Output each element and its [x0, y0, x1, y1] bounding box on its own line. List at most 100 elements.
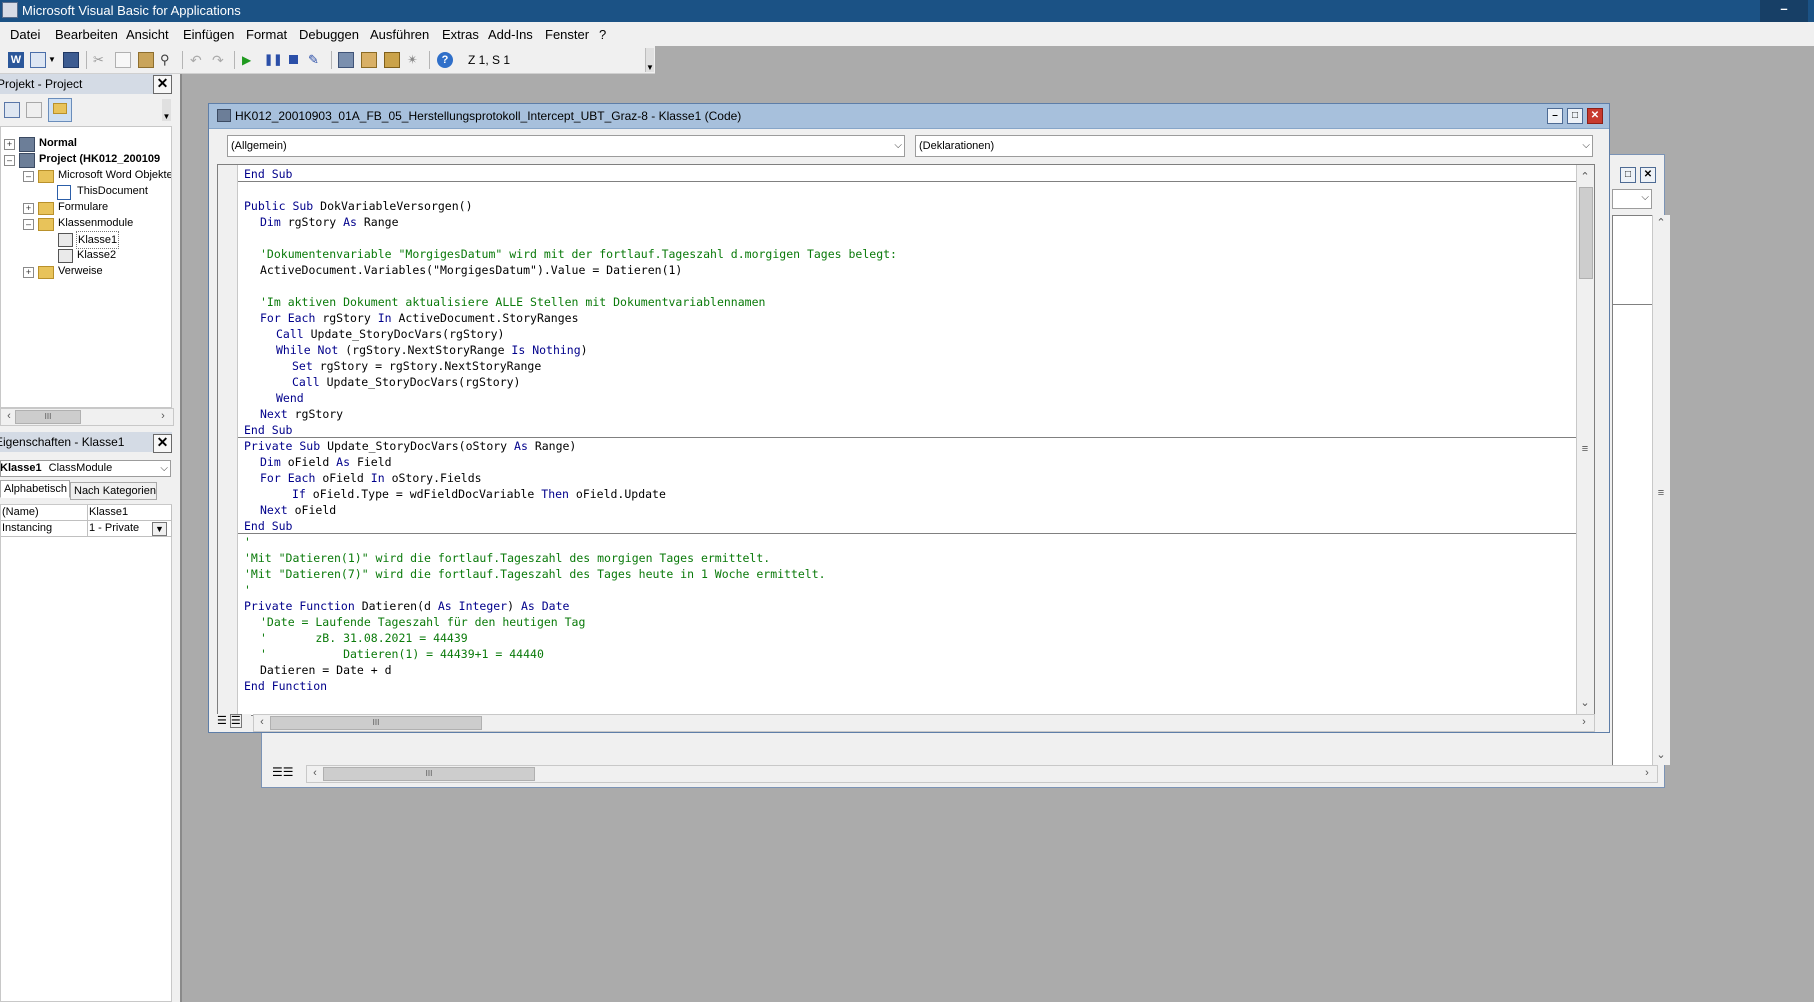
- maximize-icon[interactable]: □: [1567, 108, 1583, 124]
- collapse-icon[interactable]: –: [23, 219, 34, 230]
- scroll-thumb[interactable]: III: [270, 716, 482, 730]
- procedure-view-icon[interactable]: ☰: [217, 715, 227, 727]
- find-icon[interactable]: ⚲: [160, 52, 176, 68]
- code-line[interactable]: Public Sub DokVariableVersorgen(): [244, 198, 473, 214]
- scroll-up-arrow-icon[interactable]: ⌃: [1577, 169, 1593, 185]
- menu-extras[interactable]: Extras: [442, 27, 479, 42]
- background-code-area[interactable]: [1612, 215, 1654, 767]
- menu-einfuegen[interactable]: Einfügen: [183, 27, 234, 42]
- code-line[interactable]: For Each rgStory In ActiveDocument.Story…: [260, 310, 579, 326]
- scroll-right-arrow-icon[interactable]: ›: [1576, 715, 1592, 729]
- project-pane-close-button[interactable]: ✕: [153, 75, 172, 94]
- code-line[interactable]: Datieren = Date + d: [260, 662, 392, 678]
- code-line[interactable]: 'Date = Laufende Tageszahl für den heuti…: [260, 614, 585, 630]
- expand-icon[interactable]: +: [23, 267, 34, 278]
- expand-icon[interactable]: +: [23, 203, 34, 214]
- code-line[interactable]: ': [244, 582, 251, 598]
- code-line[interactable]: 'Im aktiven Dokument aktualisiere ALLE S…: [260, 294, 765, 310]
- code-line[interactable]: For Each oField In oStory.Fields: [260, 470, 482, 486]
- code-line[interactable]: If oField.Type = wdFieldDocVariable Then…: [292, 486, 666, 502]
- object-selector-dropdown[interactable]: Klasse1 ClassModule ⌵: [0, 460, 171, 477]
- procedure-dropdown[interactable]: ⌵: [1612, 189, 1652, 209]
- toolbox-icon[interactable]: ✴: [407, 52, 423, 68]
- tab-alphabetisch[interactable]: Alphabetisch: [0, 480, 70, 498]
- scroll-left-arrow-icon[interactable]: ‹: [254, 715, 270, 729]
- code-line[interactable]: Wend: [276, 390, 304, 406]
- tree-item-word-objects[interactable]: Microsoft Word Objekte: [58, 167, 171, 183]
- tab-nach-kategorien[interactable]: Nach Kategorien: [70, 482, 157, 500]
- code-line[interactable]: Private Function Datieren(d As Integer) …: [244, 598, 569, 614]
- view-toggle-icons[interactable]: ☰☰: [272, 765, 294, 781]
- menu-ansicht[interactable]: Ansicht: [126, 27, 169, 42]
- menu-debuggen[interactable]: Debuggen: [299, 27, 359, 42]
- paste-icon[interactable]: [138, 52, 154, 68]
- procedure-dropdown[interactable]: (Deklarationen) ⌵: [915, 135, 1593, 157]
- scroll-up-arrow-icon[interactable]: ⌃: [1653, 215, 1669, 231]
- code-line[interactable]: End Sub: [244, 518, 292, 534]
- code-hscroll[interactable]: ‹ III ›: [253, 714, 1595, 732]
- code-line[interactable]: Private Sub Update_StoryDocVars(oStory A…: [244, 438, 576, 454]
- scroll-down-arrow-icon[interactable]: ⌄: [1577, 695, 1593, 711]
- code-line[interactable]: Next rgStory: [260, 406, 343, 422]
- cut-icon[interactable]: ✂: [93, 52, 109, 68]
- collapse-icon[interactable]: –: [23, 171, 34, 182]
- object-dropdown[interactable]: (Allgemein) ⌵: [227, 135, 905, 157]
- scroll-thumb[interactable]: III: [15, 410, 81, 424]
- save-icon[interactable]: [63, 52, 79, 68]
- scroll-down-arrow-icon[interactable]: ⌄: [1653, 747, 1669, 763]
- margin-indicator-bar[interactable]: [218, 165, 238, 715]
- undo-icon[interactable]: ↶: [190, 52, 206, 68]
- collapse-icon[interactable]: –: [4, 155, 15, 166]
- minimize-icon[interactable]: –: [1547, 108, 1563, 124]
- split-bar-icon[interactable]: ≡: [1577, 441, 1593, 457]
- properties-window-icon[interactable]: [361, 52, 377, 68]
- code-window[interactable]: HK012_20010903_01A_FB_05_Herstellungspro…: [208, 103, 1610, 733]
- scroll-right-arrow-icon[interactable]: ›: [155, 409, 171, 423]
- code-line[interactable]: Next oField: [260, 502, 336, 518]
- menu-format[interactable]: Format: [246, 27, 287, 42]
- split-bar-icon[interactable]: ≡: [1653, 485, 1669, 501]
- design-mode-icon[interactable]: ✎: [308, 52, 324, 68]
- code-line[interactable]: ': [244, 534, 251, 550]
- scroll-left-arrow-icon[interactable]: ‹: [307, 766, 323, 780]
- scroll-thumb[interactable]: III: [323, 767, 535, 781]
- project-explorer-icon[interactable]: [338, 52, 354, 68]
- close-icon[interactable]: ✕: [1640, 167, 1656, 183]
- property-value[interactable]: Klasse1: [88, 505, 172, 521]
- toolbar-options-grip[interactable]: ▼: [645, 48, 654, 72]
- scroll-right-arrow-icon[interactable]: ›: [1639, 766, 1655, 780]
- chevron-down-icon[interactable]: ▼: [152, 522, 167, 536]
- tree-item-normal[interactable]: Normal: [39, 135, 77, 151]
- menu-fenster[interactable]: Fenster: [545, 27, 589, 42]
- menu-datei[interactable]: Datei: [10, 27, 40, 42]
- scroll-thumb[interactable]: [1579, 187, 1593, 279]
- code-line[interactable]: ' Datieren(1) = 44439+1 = 44440: [260, 646, 544, 662]
- code-line[interactable]: End Function: [244, 678, 327, 694]
- code-line[interactable]: ActiveDocument.Variables("MorgigesDatum"…: [260, 262, 682, 278]
- close-icon[interactable]: ✕: [1587, 108, 1603, 124]
- project-tree-hscroll[interactable]: ‹ III ›: [0, 408, 174, 426]
- pause-icon[interactable]: ❚❚: [264, 52, 282, 68]
- stop-icon[interactable]: [286, 52, 302, 68]
- tree-item-project[interactable]: Project (HK012_200109: [39, 151, 160, 167]
- code-line[interactable]: End Sub: [244, 422, 292, 438]
- background-hscroll[interactable]: ‹ III ›: [306, 765, 1658, 783]
- code-line[interactable]: Dim rgStory As Range: [260, 214, 399, 230]
- code-line[interactable]: While Not (rgStory.NextStoryRange Is Not…: [276, 342, 588, 358]
- menu-ausfuehren[interactable]: Ausführen: [370, 27, 429, 42]
- vba-app-icon[interactable]: [2, 2, 18, 18]
- tree-item-formulare[interactable]: Formulare: [58, 199, 108, 215]
- help-icon[interactable]: ?: [437, 52, 453, 68]
- redo-icon[interactable]: ↷: [212, 52, 228, 68]
- tree-item-thisdocument[interactable]: ThisDocument: [77, 183, 148, 199]
- insert-userform-icon[interactable]: [30, 52, 46, 68]
- tree-item-klasse2[interactable]: Klasse2: [77, 247, 116, 263]
- menu-bearbeiten[interactable]: Bearbeiten: [55, 27, 118, 42]
- properties-pane-close-button[interactable]: ✕: [153, 434, 172, 453]
- expand-icon[interactable]: +: [4, 139, 15, 150]
- code-line[interactable]: 'Mit "Datieren(7)" wird die fortlauf.Tag…: [244, 566, 826, 582]
- full-module-view-icon[interactable]: ☰: [229, 714, 242, 728]
- code-line[interactable]: End Sub: [244, 166, 292, 182]
- toggle-folders-icon[interactable]: [48, 98, 72, 122]
- code-line[interactable]: Call Update_StoryDocVars(rgStory): [276, 326, 505, 342]
